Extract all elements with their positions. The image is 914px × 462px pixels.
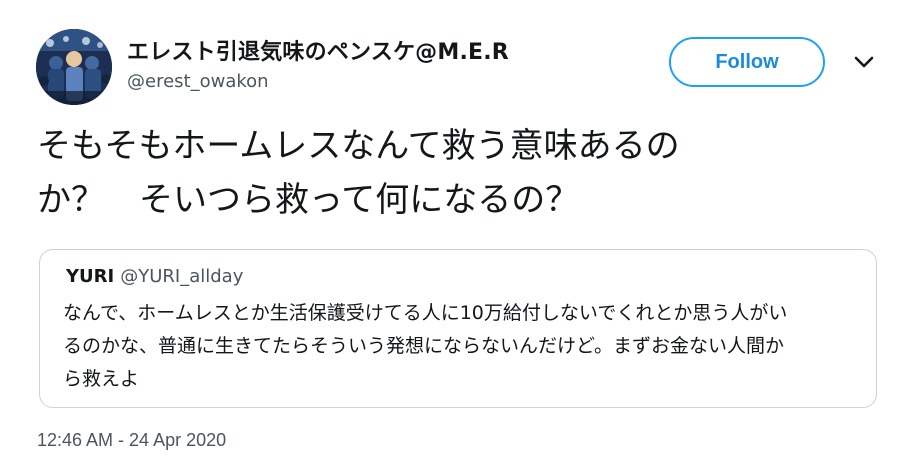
quoted-author-name: YURI bbox=[66, 266, 115, 287]
tweet-text: そもそもホームレスなんて救う意味あるの か？ そいつら救って何になるの？ bbox=[37, 119, 857, 227]
follow-button[interactable]: Follow bbox=[669, 37, 825, 87]
chevron-down-icon[interactable] bbox=[853, 54, 875, 70]
author-display-name[interactable]: エレスト引退気味のペンスケ@M.E.R bbox=[127, 34, 509, 66]
tweet-text-line: そもそもホームレスなんて救う意味あるの bbox=[37, 126, 680, 166]
avatar-image bbox=[36, 29, 112, 105]
quoted-tweet-text: なんで、ホームレスとか生活保護受けてる人に10万給付しないでくれとか思う人がいる… bbox=[63, 297, 863, 396]
tweet-card: エレスト引退気味のペンスケ@M.E.R @erest_owakon Follow… bbox=[0, 0, 914, 462]
quoted-tweet-header: YURI @YURI_allday bbox=[66, 266, 243, 287]
quoted-text-line: るのかな、普通に生きてたらそういう発想にならないんだけど。まずお金ない人間か bbox=[63, 335, 785, 357]
quoted-tweet[interactable]: YURI @YURI_allday なんで、ホームレスとか生活保護受けてる人に10… bbox=[39, 249, 877, 408]
author-handle[interactable]: @erest_owakon bbox=[127, 71, 269, 92]
quoted-author-handle: @YURI_allday bbox=[120, 266, 244, 287]
tweet-text-line: か？ そいつら救って何になるの？ bbox=[37, 180, 580, 220]
quoted-text-line: なんで、ホームレスとか生活保護受けてる人に10万給付しないでくれとか思う人がい bbox=[63, 302, 788, 324]
tweet-timestamp[interactable]: 12:46 AM - 24 Apr 2020 bbox=[37, 430, 226, 451]
avatar[interactable] bbox=[36, 29, 112, 105]
quoted-text-line: ら救えよ bbox=[63, 368, 140, 390]
